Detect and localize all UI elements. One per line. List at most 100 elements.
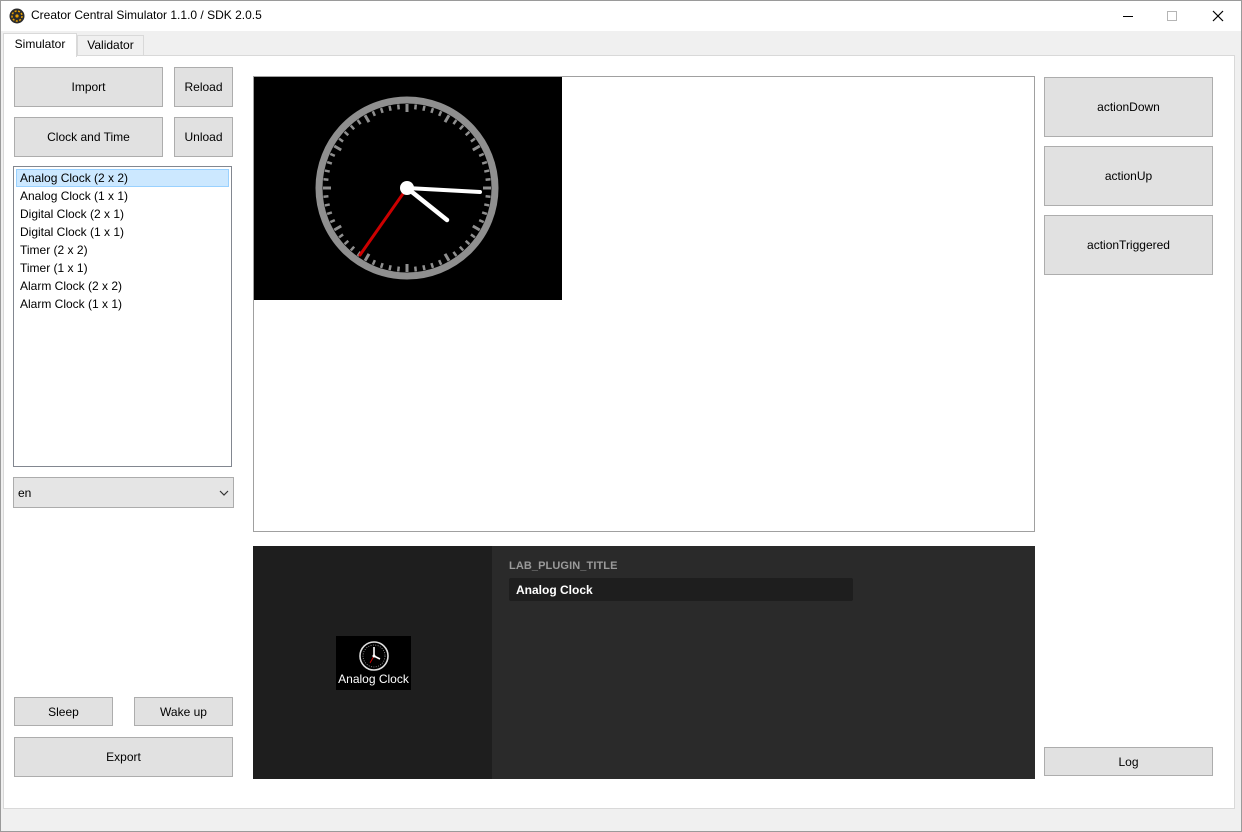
clock-tick bbox=[379, 262, 384, 269]
maximize-icon bbox=[1167, 10, 1177, 21]
clock-tick bbox=[481, 211, 488, 216]
export-button[interactable]: Export bbox=[14, 737, 233, 777]
close-button[interactable] bbox=[1195, 0, 1241, 31]
clock-tick bbox=[422, 265, 426, 271]
clock-tick bbox=[329, 218, 336, 224]
maximize-button[interactable] bbox=[1149, 0, 1195, 31]
clock-face bbox=[315, 96, 499, 280]
import-button[interactable]: Import bbox=[14, 67, 163, 107]
action-up-button[interactable]: actionUp bbox=[1044, 146, 1213, 206]
clock-tick bbox=[443, 114, 451, 123]
unload-button[interactable]: Unload bbox=[174, 117, 233, 157]
clock-center bbox=[400, 181, 414, 195]
chevron-down-icon bbox=[219, 490, 229, 496]
clock-tick bbox=[326, 160, 333, 165]
list-item[interactable]: Digital Clock (1 x 1) bbox=[16, 223, 229, 241]
list-item[interactable]: Analog Clock (2 x 2) bbox=[16, 169, 229, 187]
clock-tick bbox=[472, 224, 481, 232]
clock-tick bbox=[485, 195, 491, 199]
plugin-title-value: Analog Clock bbox=[516, 583, 593, 597]
clock-tick bbox=[443, 253, 451, 262]
clock-tick bbox=[478, 218, 485, 224]
clock-tick bbox=[414, 266, 418, 272]
close-icon bbox=[1212, 10, 1224, 21]
clock-tick bbox=[430, 262, 435, 269]
list-item[interactable]: Alarm Clock (1 x 1) bbox=[16, 295, 229, 313]
clock-tick bbox=[470, 233, 476, 239]
second-hand bbox=[358, 186, 409, 257]
clock-tick bbox=[458, 245, 465, 252]
action-down-button[interactable]: actionDown bbox=[1044, 77, 1213, 137]
widget-tile[interactable]: Analog Clock bbox=[336, 636, 411, 690]
list-item[interactable]: Analog Clock (1 x 1) bbox=[16, 187, 229, 205]
clock-tick bbox=[371, 259, 377, 266]
clock-tick bbox=[356, 119, 362, 125]
log-button[interactable]: Log bbox=[1044, 747, 1213, 776]
list-item[interactable]: Alarm Clock (2 x 2) bbox=[16, 277, 229, 295]
widget-tile-area: Analog Clock bbox=[253, 546, 492, 779]
clock-tick bbox=[472, 144, 481, 152]
minimize-icon bbox=[1123, 15, 1133, 17]
clock-tick bbox=[430, 107, 435, 114]
clock-tick bbox=[379, 107, 384, 114]
clock-tick bbox=[329, 152, 336, 158]
minimize-button[interactable] bbox=[1105, 0, 1151, 31]
clock-tick bbox=[324, 169, 330, 173]
clock-tick bbox=[464, 130, 471, 137]
action-triggered-button[interactable]: actionTriggered bbox=[1044, 215, 1213, 275]
clock-tick bbox=[422, 105, 426, 111]
clock-tick bbox=[464, 239, 471, 246]
minute-hand bbox=[405, 186, 482, 194]
clock-tick bbox=[324, 203, 330, 207]
clock-tick bbox=[478, 152, 485, 158]
language-value: en bbox=[18, 486, 32, 500]
clock-tick bbox=[349, 124, 356, 131]
clock-tick bbox=[363, 253, 371, 262]
clock-tick bbox=[458, 124, 465, 131]
widget-list[interactable]: Analog Clock (2 x 2) Analog Clock (1 x 1… bbox=[13, 166, 232, 467]
plugin-title-field[interactable]: Analog Clock bbox=[509, 578, 853, 601]
tab-simulator[interactable]: Simulator bbox=[3, 33, 77, 57]
list-item[interactable]: Digital Clock (2 x 1) bbox=[16, 205, 229, 223]
app-icon bbox=[9, 8, 25, 24]
list-item[interactable]: Timer (2 x 2) bbox=[16, 241, 229, 259]
clock-tick bbox=[396, 104, 400, 110]
clock-tick bbox=[414, 104, 418, 110]
plugin-button[interactable]: Clock and Time bbox=[14, 117, 163, 157]
clock-tick bbox=[343, 239, 350, 246]
language-select[interactable]: en bbox=[13, 477, 234, 508]
reload-button[interactable]: Reload bbox=[174, 67, 233, 107]
list-item[interactable]: Timer (1 x 1) bbox=[16, 259, 229, 277]
sleep-button[interactable]: Sleep bbox=[14, 697, 113, 726]
clock-tick bbox=[338, 137, 344, 143]
clock-tick bbox=[349, 245, 356, 252]
clock-tick bbox=[437, 110, 443, 117]
clock-icon bbox=[359, 641, 389, 671]
clock-tick bbox=[333, 144, 342, 152]
tile-label: Analog Clock bbox=[338, 672, 409, 686]
property-panel: Analog Clock LAB_PLUGIN_TITLE Analog Clo… bbox=[253, 546, 1035, 779]
analog-clock-preview[interactable] bbox=[254, 77, 562, 300]
clock-tick bbox=[333, 224, 342, 232]
clock-tick bbox=[452, 251, 458, 257]
clock-tick bbox=[323, 177, 329, 181]
clock-tick bbox=[326, 211, 333, 216]
clock-tick bbox=[371, 110, 377, 117]
clock-tick bbox=[323, 195, 329, 199]
title-bar: Creator Central Simulator 1.1.0 / SDK 2.… bbox=[0, 0, 1242, 31]
clock-tick bbox=[470, 137, 476, 143]
clock-tick bbox=[396, 266, 400, 272]
clock-tick bbox=[452, 119, 458, 125]
tab-validator[interactable]: Validator bbox=[77, 35, 144, 55]
clock-tick bbox=[343, 130, 350, 137]
wake-up-button[interactable]: Wake up bbox=[134, 697, 233, 726]
widget-preview[interactable] bbox=[253, 76, 1035, 532]
hour-hand bbox=[404, 185, 450, 223]
clock-tick bbox=[481, 160, 488, 165]
clock-tick bbox=[485, 177, 491, 181]
property-label: LAB_PLUGIN_TITLE bbox=[509, 560, 618, 572]
clock-tick bbox=[484, 203, 490, 207]
clock-tick bbox=[363, 114, 371, 123]
clock-tick bbox=[388, 105, 392, 111]
clock-tick bbox=[388, 265, 392, 271]
